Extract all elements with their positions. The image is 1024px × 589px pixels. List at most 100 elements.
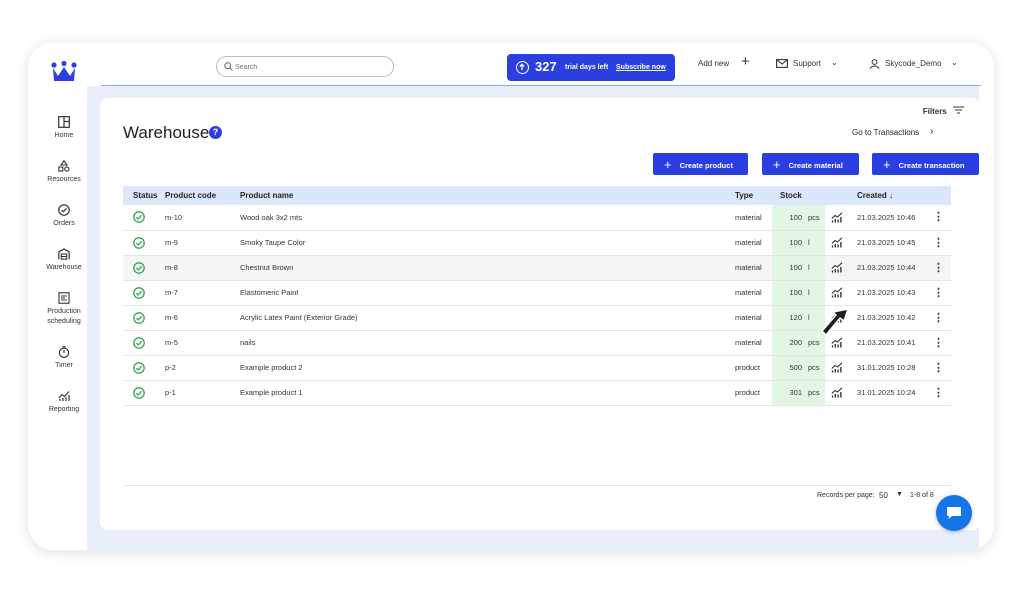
stock-chart-icon[interactable] xyxy=(831,362,843,373)
header-product-name[interactable]: Product name xyxy=(240,186,735,205)
sidebar-item-label: Warehouse xyxy=(46,264,82,271)
sidebar: Home Resources Orders Warehouse Producti… xyxy=(28,42,86,550)
pointer-arrow-icon xyxy=(821,308,849,336)
product-name[interactable]: Smoky Taupe Color xyxy=(240,230,735,255)
table-row[interactable]: m-9 Smoky Taupe Color material 100 l 21.03.20… xyxy=(123,230,951,255)
status-cell xyxy=(123,205,165,230)
more-vertical-icon[interactable]: ⋮ xyxy=(933,237,944,248)
table-row[interactable]: p-2 Example product 2 product 500 pcs 31.01.2… xyxy=(123,355,951,380)
timer-icon xyxy=(58,346,70,358)
product-code: m-7 xyxy=(165,288,178,297)
stock-chart-icon[interactable] xyxy=(831,237,843,248)
more-vertical-icon[interactable]: ⋮ xyxy=(933,312,944,323)
search-input[interactable] xyxy=(235,60,385,74)
crown-logo-icon[interactable] xyxy=(50,60,78,84)
chat-button[interactable] xyxy=(936,495,972,531)
more-vertical-icon[interactable]: ⋮ xyxy=(933,212,944,223)
sidebar-item-label: Orders xyxy=(53,220,75,227)
row-actions-cell: ⋮ xyxy=(933,230,951,255)
chart-cell xyxy=(825,205,857,230)
stock-cell: 100 l xyxy=(772,280,825,305)
header-stock[interactable]: Stock xyxy=(772,186,825,205)
table-row[interactable]: p-1 Example product 1 product 301 pcs 31.01.2… xyxy=(123,380,951,405)
add-new-label[interactable]: Add new xyxy=(698,59,729,68)
table-row[interactable]: m-10 Wood oak 3x2 mts material 100 pcs 21.03.… xyxy=(123,205,951,230)
trial-banner[interactable]: 327 trial days left Subscribe now xyxy=(507,54,675,81)
mail-icon xyxy=(776,59,788,68)
product-name[interactable]: Chestnut Brown xyxy=(240,255,735,280)
create-transaction-button[interactable]: + Create transaction xyxy=(872,153,979,175)
created-date: 21.03.2025 10:46 xyxy=(857,212,916,222)
stock-chart-icon[interactable] xyxy=(831,387,843,398)
page-title: Warehouse xyxy=(123,123,210,142)
product-type: product xyxy=(735,388,761,397)
header-type[interactable]: Type xyxy=(735,186,772,205)
header-status[interactable]: Status xyxy=(123,186,165,205)
stock-chart-icon[interactable] xyxy=(831,262,843,273)
stock-chart-icon[interactable] xyxy=(831,287,843,298)
create-material-button[interactable]: + Create material xyxy=(762,153,859,175)
created-date: 21.03.2025 10:43 xyxy=(857,288,916,297)
plus-icon[interactable]: + xyxy=(741,54,750,69)
more-vertical-icon[interactable]: ⋮ xyxy=(933,287,944,298)
plus-icon: + xyxy=(773,157,781,172)
stock-unit: l xyxy=(808,288,810,297)
stock-cell: 100 l xyxy=(772,255,825,280)
product-name[interactable]: Example product 2 xyxy=(240,355,735,380)
product-type: material xyxy=(735,212,762,222)
filters-button[interactable]: Filters xyxy=(923,106,964,116)
more-vertical-icon[interactable]: ⋮ xyxy=(933,262,944,273)
stock-quantity: 100 xyxy=(789,238,802,247)
status-cell xyxy=(123,255,165,280)
stock-quantity: 100 xyxy=(789,263,802,272)
header-created[interactable]: Created ↓ xyxy=(857,186,933,205)
home-icon xyxy=(58,116,70,128)
reporting-icon xyxy=(58,391,70,401)
chevron-right-icon[interactable]: › xyxy=(930,126,933,137)
go-to-transactions-link[interactable]: Go to Transactions xyxy=(852,128,919,137)
status-cell xyxy=(123,230,165,255)
product-name[interactable]: Wood oak 3x2 mts xyxy=(240,205,735,230)
check-circle-icon xyxy=(133,311,145,324)
header-product-code[interactable]: Product code xyxy=(165,186,240,205)
check-circle-icon xyxy=(133,336,145,349)
row-actions-cell: ⋮ xyxy=(933,355,951,380)
orders-icon xyxy=(58,204,70,216)
stock-unit: pcs xyxy=(808,388,820,397)
product-name[interactable]: Elastomeric Paint xyxy=(240,280,735,305)
more-vertical-icon[interactable]: ⋮ xyxy=(933,362,944,373)
product-type: material xyxy=(735,313,762,322)
more-vertical-icon[interactable]: ⋮ xyxy=(933,337,944,348)
help-icon[interactable]: ? xyxy=(209,126,222,139)
product-code: p-1 xyxy=(165,388,176,397)
caret-down-icon[interactable]: ▼ xyxy=(896,491,903,498)
table-row[interactable]: m-7 Elastomeric Paint material 100 l 21.03.20… xyxy=(123,280,951,305)
sidebar-item-label: Home xyxy=(54,132,74,139)
row-actions-cell: ⋮ xyxy=(933,280,951,305)
stock-unit: pcs xyxy=(808,212,820,222)
created-date: 21.03.2025 10:41 xyxy=(857,338,916,347)
filters-label: Filters xyxy=(922,107,947,116)
product-name[interactable]: Example product 1 xyxy=(240,380,735,405)
product-name[interactable]: nails xyxy=(240,330,735,355)
chart-cell xyxy=(825,355,857,380)
sidebar-item-label: Timer xyxy=(55,362,73,369)
chat-bubble-icon xyxy=(947,507,961,519)
pagination-bar: Records per page: 50 ▼ 1-8 of 8 xyxy=(817,491,934,500)
stock-unit: l xyxy=(808,313,810,322)
subscribe-link[interactable]: Subscribe now xyxy=(616,64,666,71)
sidebar-item-label: Reporting xyxy=(48,406,80,413)
more-vertical-icon[interactable]: ⋮ xyxy=(933,387,944,398)
search-box[interactable] xyxy=(216,56,394,77)
create-product-button[interactable]: + Create product xyxy=(653,153,748,175)
stock-chart-icon[interactable] xyxy=(831,212,843,223)
product-type: material xyxy=(735,338,762,347)
warehouse-icon xyxy=(58,248,70,260)
support-label: Support xyxy=(793,59,822,68)
table-row[interactable]: m-8 Chestnut Brown material 100 l 21.03.2025 … xyxy=(123,255,951,280)
product-type: material xyxy=(735,238,762,247)
records-per-page-select[interactable]: 50 xyxy=(879,491,888,500)
chevron-down-icon: ⌄ xyxy=(831,58,838,67)
product-name[interactable]: Acrylic Latex Paint (Exterior Grade) xyxy=(240,305,735,330)
row-actions-cell: ⋮ xyxy=(933,330,951,355)
